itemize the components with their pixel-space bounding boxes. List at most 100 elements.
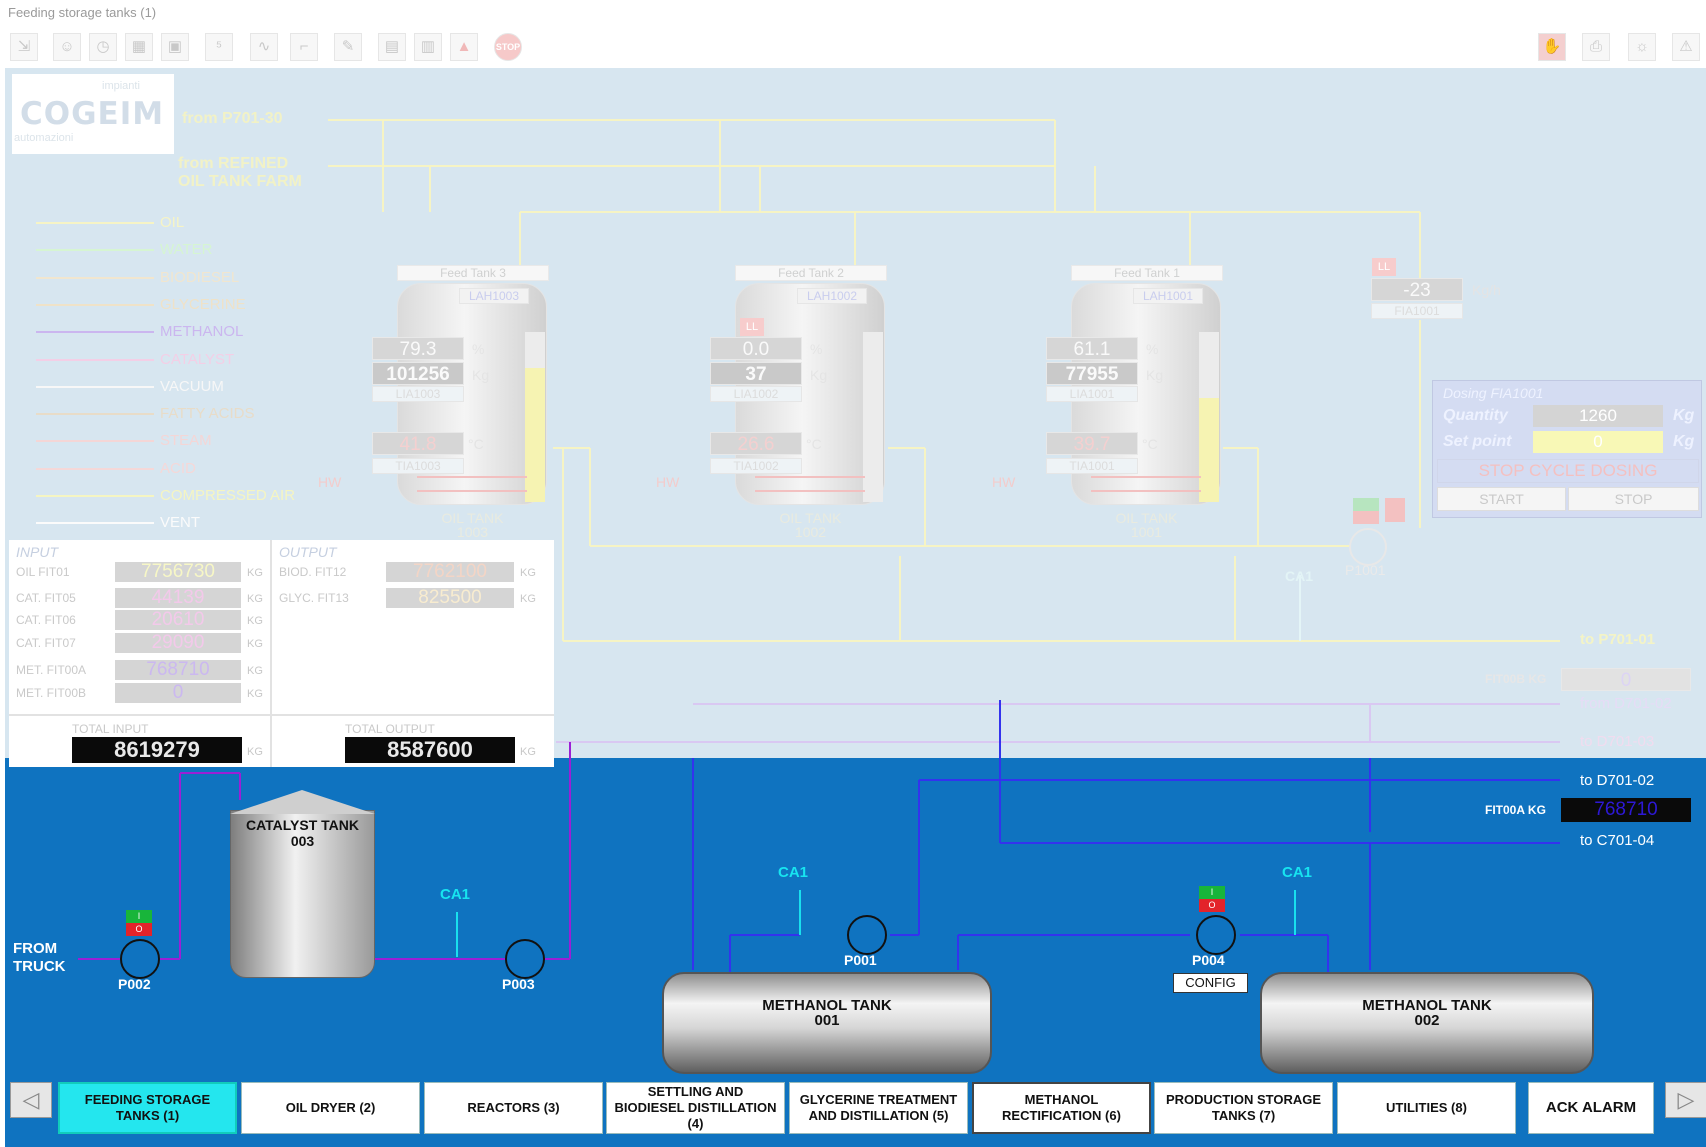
nav-button-7[interactable]: PRODUCTION STORAGE TANKS (7) [1154,1082,1333,1134]
oil-tank-caption-2: 1003 [456,524,489,540]
legend-label: GLYCERINE [160,295,246,313]
legend-label: FATTY ACIDS [160,405,255,423]
input-value: 20610 [115,610,241,630]
fia-alarm-badge: LL [1372,258,1396,276]
fit00a-label: FIT00A KG [1485,803,1546,817]
p001-pump[interactable] [847,915,887,955]
fia-tag: FIA1001 [1371,303,1463,319]
methanol-tank-001[interactable]: METHANOL TANK 001 [662,972,992,1074]
nav-button-8[interactable]: UTILITIES (8) [1337,1082,1516,1134]
from-truck-label-2: TRUCK [13,958,66,975]
p002-pump[interactable] [120,939,160,979]
total-input-unit: KG [247,746,263,758]
dosing-setpoint-label: Set point [1443,433,1512,450]
heating-coil [417,476,527,492]
p002-label: P002 [118,976,151,992]
hw-label: HW [656,474,680,490]
ca1-label-tank1: CA1 [778,864,809,881]
lah-tag: LAH1001 [1133,288,1203,304]
nav-prev-button[interactable]: ◁ [10,1082,52,1118]
ack-alarm-button[interactable]: ACK ALARM [1528,1082,1654,1134]
input-value: 29090 [115,633,241,653]
fit00b-value: 0 [1561,668,1691,691]
level-value: 61.1 [1046,337,1138,360]
dosing-panel: Dosing FIA1001 Quantity 1260 Kg Set poin… [1432,380,1702,518]
nav-button-6[interactable]: METHANOL RECTIFICATION (6) [972,1082,1151,1134]
input-value: 768710 [115,660,241,680]
feed-refined-label-2: OIL TANK FARM [178,173,302,190]
nav-button-2[interactable]: OIL DRYER (2) [241,1082,420,1134]
level-unit: % [472,341,485,357]
tank-name-label: Feed Tank 1 [1071,265,1223,281]
total-output-label: TOTAL OUTPUT [345,722,435,736]
oil-tank-caption-2: 1002 [794,524,827,540]
dosing-quantity-value: 1260 [1533,405,1663,427]
p1001-pump[interactable] [1349,528,1387,566]
output-label: BIOD. FIT12 [279,565,347,579]
p1001-io-indicator [1353,498,1379,524]
ca1-label-catalyst: CA1 [440,886,471,903]
input-unit: KG [247,593,263,605]
input-value: 0 [115,683,241,703]
hw-label: HW [992,474,1016,490]
nav-button-1[interactable]: FEEDING STORAGE TANKS (1) [58,1082,237,1134]
legend-label: VENT [160,514,201,532]
feed-refined-label-1: from REFINED [178,155,289,172]
legend-line [36,249,154,252]
tia-tag: TIA1002 [710,458,802,474]
p001-label: P001 [844,952,877,968]
legend-line [36,522,154,525]
temp-value: 26.6 [710,432,802,455]
nav-button-5[interactable]: GLYCERINE TREATMENT AND DISTILLATION (5) [789,1082,968,1134]
methanol-tank-001-label-2: 001 [814,1012,840,1029]
input-label: OIL FIT01 [16,565,70,579]
nav-button-4[interactable]: SETTLING AND BIODIESEL DISTILLATION (4) [606,1082,785,1134]
tank-name-label: Feed Tank 2 [735,265,887,281]
fia-unit: Kg/h [1472,282,1501,298]
level-unit: % [810,341,823,357]
legend-label: WATER [160,241,213,259]
catalyst-tank-label-1: CATALYST TANK [245,817,360,833]
legend-line [36,222,154,224]
temp-unit: °C [468,436,484,452]
legend-label: BIODIESEL [160,268,240,286]
legend-label: STEAM [160,432,212,450]
weight-unit: Kg [1146,367,1164,383]
logo-text-bottom: automazioni [14,132,74,144]
legend-label: ACID [160,459,196,477]
logo-text-main: COGEIM [20,96,165,132]
input-value: 7756730 [115,562,241,582]
dosing-title: Dosing FIA1001 [1443,385,1544,401]
catalyst-tank[interactable]: CATALYST TANK 003 [230,790,375,988]
p003-pump[interactable] [505,939,545,979]
input-label: CAT. FIT05 [16,591,76,605]
methanol-tank-002-label-2: 002 [1414,1012,1440,1029]
legend-line [36,467,154,470]
legend-label: COMPRESSED AIR [160,487,296,504]
legend-line [36,495,154,497]
p004-io-indicator[interactable]: IO [1199,886,1225,912]
dosing-setpoint-input[interactable]: 0 [1533,431,1663,453]
methanol-tank-002[interactable]: METHANOL TANK 002 [1260,972,1594,1074]
dosing-stop-button[interactable]: STOP [1568,487,1699,511]
catalyst-tank-label-2: 003 [290,833,315,849]
nav-button-3[interactable]: REACTORS (3) [424,1082,603,1134]
p002-io-indicator[interactable]: IO [126,910,152,936]
lah-tag: LAH1003 [459,288,529,304]
stop-cycle-dosing-button[interactable]: STOP CYCLE DOSING [1437,459,1699,483]
input-unit: KG [247,688,263,700]
to-c701-label: to C701-04 [1580,832,1655,849]
p004-pump[interactable] [1196,915,1236,955]
heating-coil [755,476,865,492]
total-input-label: TOTAL INPUT [72,722,149,736]
legend-line [36,276,154,279]
input-unit: KG [247,665,263,677]
output-unit: KG [520,593,536,605]
p1001-label: P1001 [1345,562,1386,578]
nav-next-button[interactable]: ▷ [1665,1082,1706,1118]
config-button[interactable]: CONFIG [1173,973,1248,993]
output-unit: KG [520,567,536,579]
oil-tank-caption-2: 1001 [1130,524,1163,540]
dosing-start-button[interactable]: START [1437,487,1566,511]
feed-p701-label: from P701-30 [182,110,283,127]
